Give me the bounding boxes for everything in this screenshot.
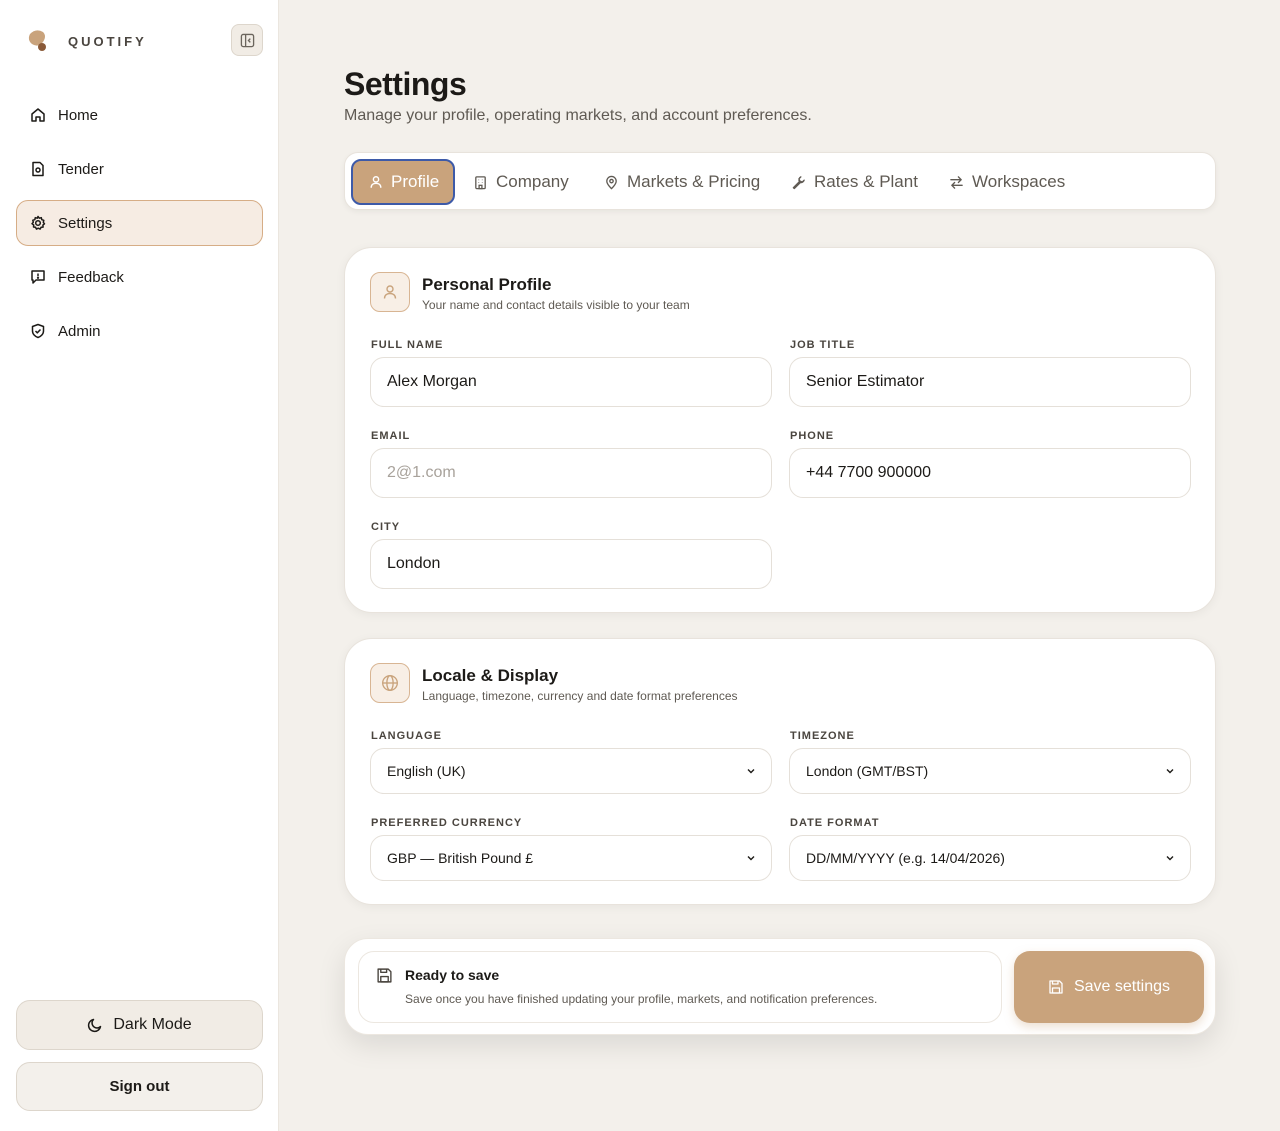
brand[interactable]: QUOTIFY bbox=[24, 24, 264, 56]
chevron-down-icon bbox=[745, 852, 757, 864]
tab-workspaces[interactable]: Workspaces bbox=[939, 159, 1075, 205]
sign-out-button[interactable]: Sign out bbox=[16, 1062, 263, 1111]
brand-name: QUOTIFY bbox=[68, 34, 147, 49]
currency-value: GBP — British Pound £ bbox=[387, 850, 534, 866]
logo-icon bbox=[28, 30, 46, 51]
language-label: LANGUAGE bbox=[371, 730, 442, 742]
collapse-sidebar-button[interactable] bbox=[231, 24, 263, 56]
tab-label: Profile bbox=[391, 172, 440, 191]
sidebar-item-label: Tender bbox=[58, 160, 104, 178]
tab-rates-plant[interactable]: Rates & Plant bbox=[781, 159, 928, 205]
sidebar-item-tender[interactable]: Tender bbox=[16, 146, 263, 192]
job-title-input[interactable]: Senior Estimator bbox=[789, 357, 1191, 407]
sidebar-item-feedback[interactable]: Feedback bbox=[16, 254, 263, 300]
floppy-disk-icon bbox=[1048, 979, 1064, 995]
building-icon bbox=[473, 175, 488, 190]
user-icon bbox=[369, 175, 383, 189]
map-pin-icon bbox=[604, 175, 619, 190]
save-bar: Ready to save Save once you have finishe… bbox=[344, 938, 1216, 1035]
chevron-down-icon bbox=[1164, 765, 1176, 777]
email-input[interactable]: 2@1.com bbox=[370, 448, 772, 498]
timezone-select[interactable]: London (GMT/BST) bbox=[789, 748, 1191, 794]
date-format-select[interactable]: DD/MM/YYYY (e.g. 14/04/2026) bbox=[789, 835, 1191, 881]
tab-company[interactable]: Company bbox=[463, 159, 579, 205]
save-status-subtitle: Save once you have finished updating you… bbox=[405, 992, 878, 1006]
dark-mode-label: Dark Mode bbox=[113, 1016, 192, 1033]
sidebar-toggle-icon bbox=[240, 33, 254, 47]
message-icon bbox=[29, 268, 47, 286]
save-settings-button[interactable]: Save settings bbox=[1014, 951, 1204, 1023]
city-label: CITY bbox=[371, 521, 401, 533]
language-select[interactable]: English (UK) bbox=[370, 748, 772, 794]
tab-label: Markets & Pricing bbox=[627, 172, 761, 191]
settings-tabs: Profile Company Markets & Pricing Rates … bbox=[344, 152, 1216, 210]
dark-mode-button[interactable]: Dark Mode bbox=[16, 1000, 263, 1050]
personal-profile-card: Personal Profile Your name and contact d… bbox=[344, 247, 1216, 613]
sidebar-item-label: Settings bbox=[58, 214, 113, 232]
tab-label: Workspaces bbox=[972, 172, 1066, 191]
phone-label: PHONE bbox=[790, 430, 835, 442]
save-settings-label: Save settings bbox=[1073, 978, 1171, 995]
full-name-label: FULL NAME bbox=[371, 339, 444, 351]
date-format-value: DD/MM/YYYY (e.g. 14/04/2026) bbox=[806, 850, 1005, 866]
globe-icon bbox=[370, 663, 410, 703]
phone-input[interactable]: +44 7700 900000 bbox=[789, 448, 1191, 498]
sidebar-item-label: Home bbox=[58, 106, 99, 124]
full-name-input[interactable]: Alex Morgan bbox=[370, 357, 772, 407]
page-subtitle: Manage your profile, operating markets, … bbox=[344, 107, 812, 124]
user-icon bbox=[370, 272, 410, 312]
language-value: English (UK) bbox=[387, 763, 466, 779]
card-title: Locale & Display bbox=[422, 666, 559, 685]
save-status-title: Ready to save bbox=[405, 967, 500, 983]
sidebar: QUOTIFY Home Tender Settings Feedback Ad… bbox=[0, 0, 279, 1131]
page-title: Settings bbox=[344, 66, 467, 102]
sidebar-item-settings[interactable]: Settings bbox=[16, 200, 263, 246]
home-icon bbox=[29, 106, 47, 124]
card-subtitle: Your name and contact details visible to… bbox=[422, 298, 690, 312]
chevron-down-icon bbox=[1164, 852, 1176, 864]
wrench-icon bbox=[791, 175, 806, 190]
card-title: Personal Profile bbox=[422, 275, 552, 294]
email-label: EMAIL bbox=[371, 430, 411, 442]
chevron-down-icon bbox=[745, 765, 757, 777]
tab-label: Company bbox=[496, 172, 569, 191]
sidebar-item-home[interactable]: Home bbox=[16, 92, 263, 138]
floppy-disk-icon bbox=[376, 967, 393, 984]
timezone-label: TIMEZONE bbox=[790, 730, 855, 742]
sidebar-item-admin[interactable]: Admin bbox=[16, 308, 263, 354]
save-status-panel: Ready to save Save once you have finishe… bbox=[358, 951, 1002, 1023]
timezone-value: London (GMT/BST) bbox=[806, 763, 929, 779]
document-icon bbox=[29, 160, 47, 178]
currency-select[interactable]: GBP — British Pound £ bbox=[370, 835, 772, 881]
sign-out-label: Sign out bbox=[109, 1078, 170, 1095]
job-title-label: JOB TITLE bbox=[790, 339, 856, 351]
moon-icon bbox=[87, 1017, 103, 1033]
city-input[interactable]: London bbox=[370, 539, 772, 589]
sidebar-item-label: Feedback bbox=[58, 268, 124, 286]
locale-display-card: Locale & Display Language, timezone, cur… bbox=[344, 638, 1216, 905]
tab-markets-pricing[interactable]: Markets & Pricing bbox=[594, 159, 770, 205]
shield-icon bbox=[29, 322, 47, 340]
date-format-label: DATE FORMAT bbox=[790, 817, 880, 829]
sidebar-nav: Home Tender Settings Feedback Admin bbox=[16, 92, 263, 362]
card-subtitle: Language, timezone, currency and date fo… bbox=[422, 689, 738, 703]
currency-label: PREFERRED CURRENCY bbox=[371, 817, 523, 829]
gear-icon bbox=[29, 214, 47, 232]
tab-profile[interactable]: Profile bbox=[351, 159, 456, 205]
sidebar-item-label: Admin bbox=[58, 322, 101, 340]
tab-label: Rates & Plant bbox=[814, 172, 918, 191]
swap-icon bbox=[949, 175, 964, 190]
